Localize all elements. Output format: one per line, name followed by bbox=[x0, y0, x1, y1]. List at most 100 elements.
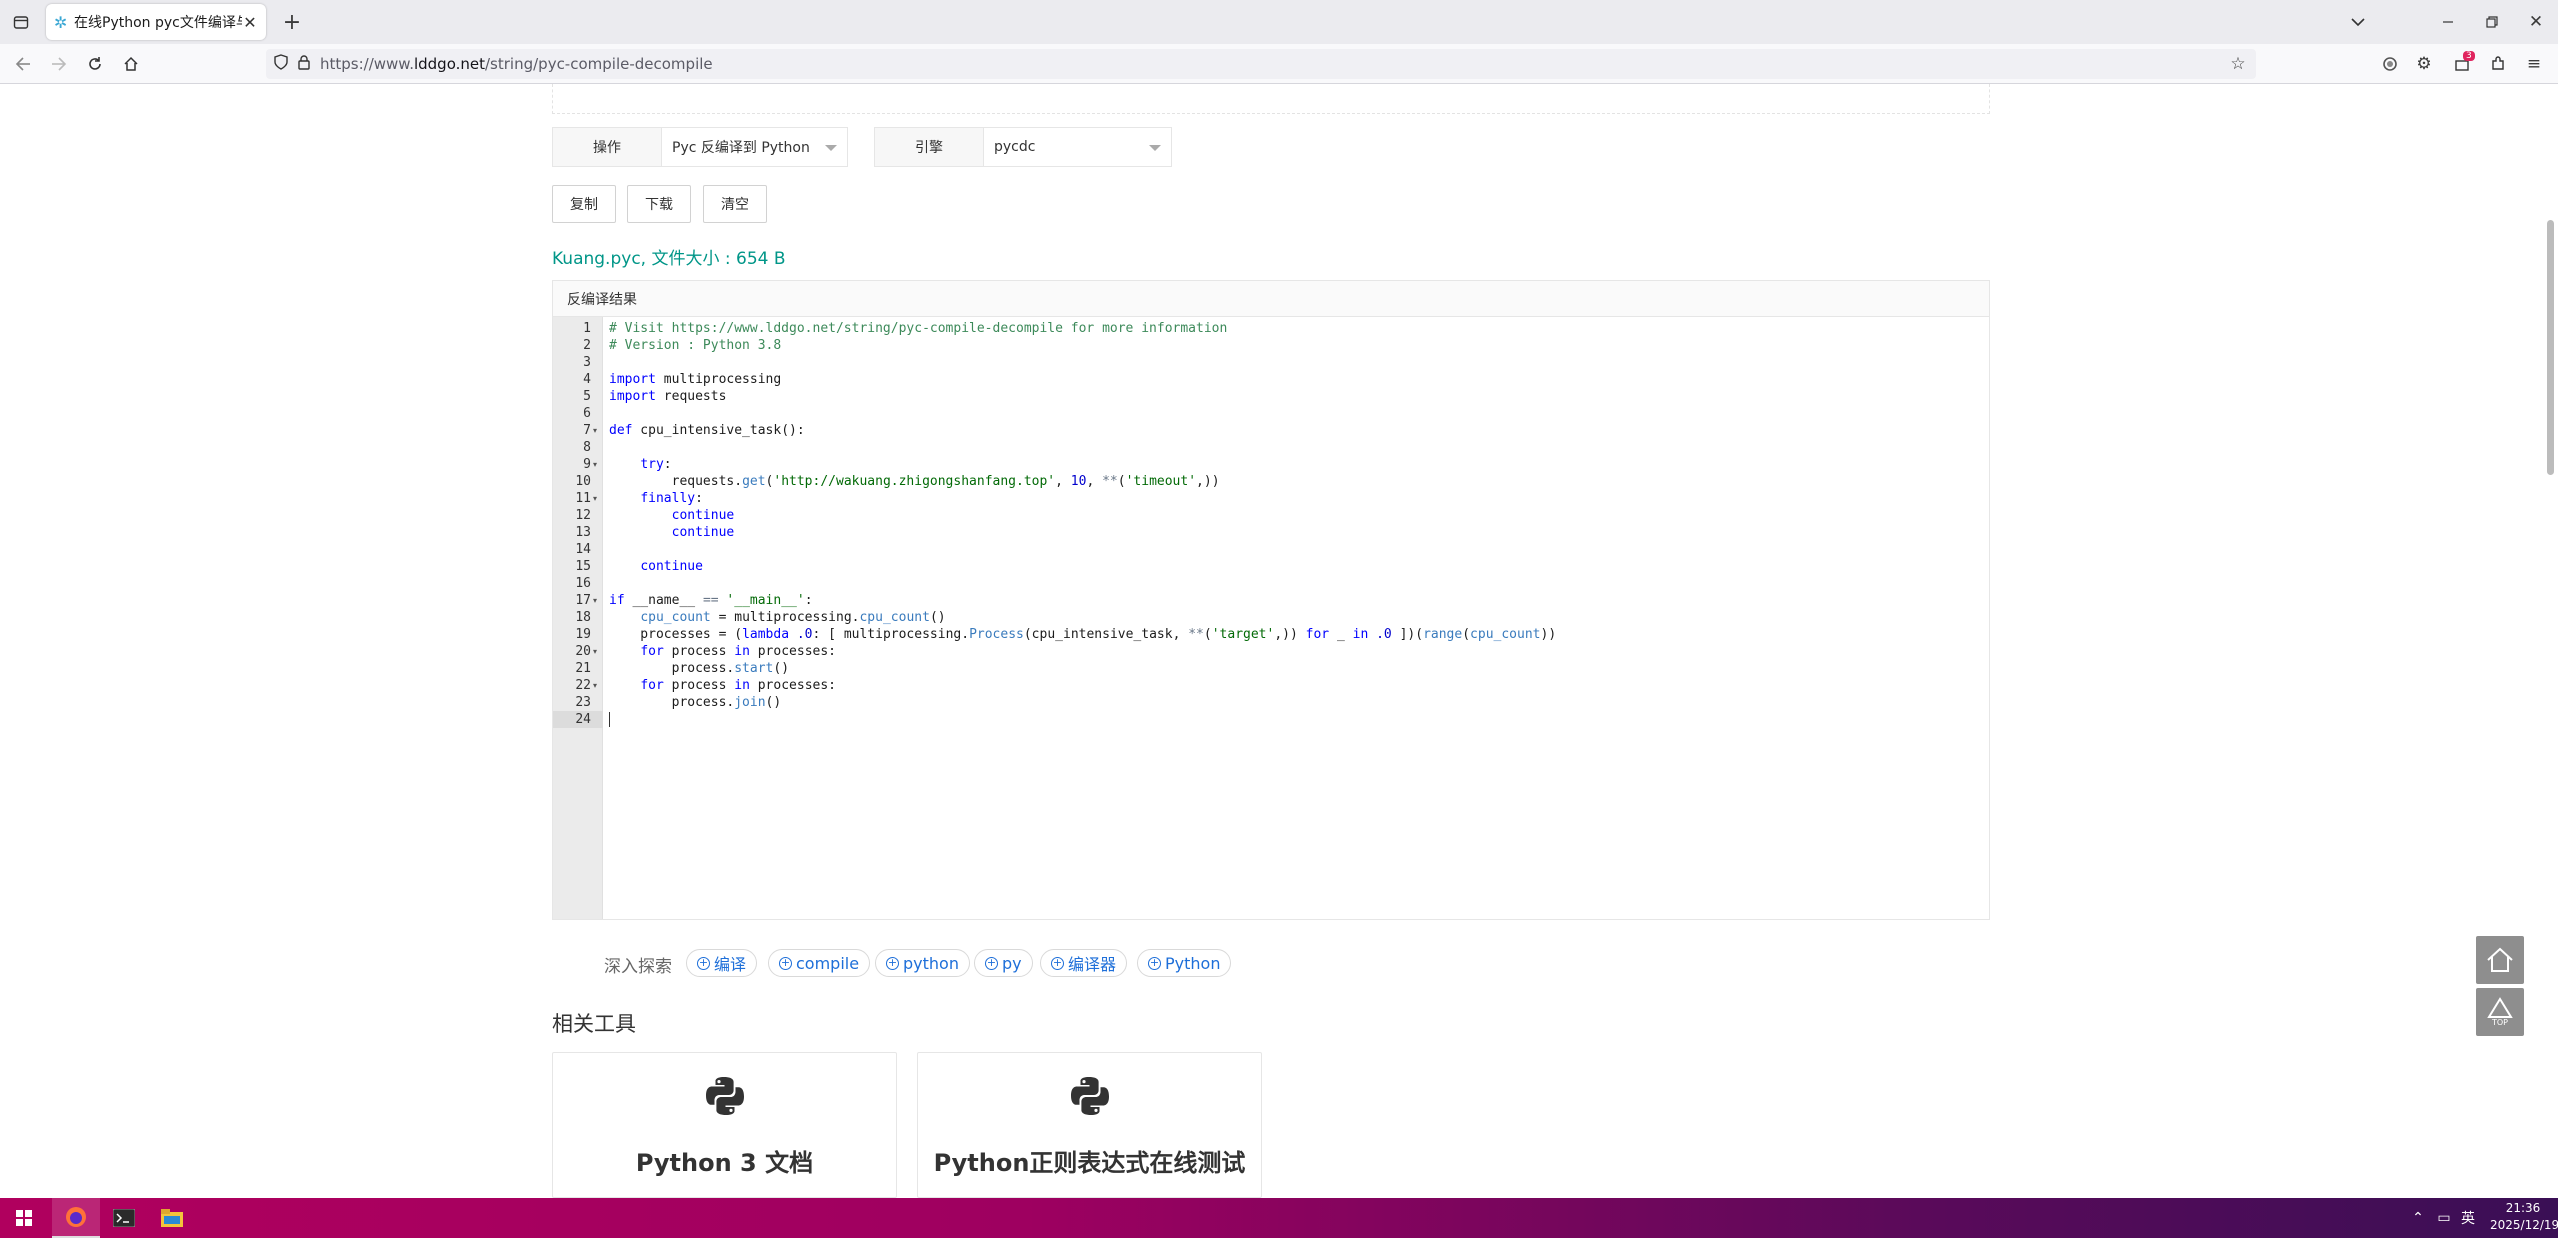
fold-toggle-icon[interactable]: ▾ bbox=[593, 490, 597, 507]
code-line: continue bbox=[640, 559, 703, 574]
taskbar bbox=[0, 1198, 2558, 1238]
minimize-icon[interactable] bbox=[2428, 6, 2468, 38]
tab-overview-icon[interactable] bbox=[4, 6, 38, 38]
code-line: # Version : Python 3.8 bbox=[609, 338, 782, 353]
plus-circle-icon: + bbox=[886, 956, 899, 970]
explore-tag-chip[interactable]: + 编译器 bbox=[1040, 949, 1128, 977]
code-line: finally: bbox=[640, 491, 703, 506]
new-tab-icon[interactable]: + bbox=[278, 8, 306, 36]
tool-card-python3-docs[interactable]: Python 3 文档 bbox=[552, 1052, 897, 1198]
explore-label: 深入探索 bbox=[604, 957, 672, 977]
page-scrollbar-thumb[interactable] bbox=[2547, 220, 2554, 475]
operation-label: 操作 bbox=[552, 127, 662, 167]
fold-toggle-icon[interactable]: ▾ bbox=[593, 592, 597, 609]
extensions-puzzle-icon[interactable] bbox=[2484, 50, 2512, 78]
engine-label: 引擎 bbox=[874, 127, 984, 167]
firefox-taskbar-icon[interactable] bbox=[52, 1198, 100, 1238]
file-info: Kuang.pyc, 文件大小 : 654 B bbox=[552, 249, 786, 269]
line-number: 16 bbox=[575, 576, 591, 591]
tool-card-python-regex[interactable]: Python正则表达式在线测试 bbox=[917, 1052, 1262, 1198]
explore-tag-chip[interactable]: + compile bbox=[768, 949, 871, 977]
fold-toggle-icon[interactable]: ▾ bbox=[593, 643, 597, 660]
code-editor[interactable]: 1 # Visit https://www.lddgo.net/string/py… bbox=[553, 317, 1989, 919]
code-line: try: bbox=[640, 457, 672, 472]
engine-select-value: pycdc bbox=[994, 139, 1036, 155]
extension-record-icon[interactable] bbox=[2376, 50, 2404, 78]
bookmark-star-icon[interactable]: ☆ bbox=[2224, 50, 2252, 78]
explore-tag-label: python bbox=[903, 953, 959, 973]
explore-tag-label: py bbox=[1002, 953, 1022, 973]
code-line: continue bbox=[671, 525, 735, 540]
close-window-icon[interactable]: ✕ bbox=[2516, 6, 2556, 38]
text-cursor bbox=[609, 712, 610, 727]
home-icon[interactable] bbox=[116, 49, 146, 79]
code-line: requests.get('http://wakuang.zhigongshan… bbox=[609, 474, 1220, 489]
home-icon bbox=[2487, 947, 2513, 972]
fold-toggle-icon[interactable]: ▾ bbox=[593, 422, 597, 439]
terminal-taskbar-icon[interactable] bbox=[100, 1198, 148, 1238]
clear-button[interactable]: 清空 bbox=[703, 185, 767, 223]
tab-title: 在线Python pyc文件编译与反编 bbox=[74, 15, 242, 31]
back-to-top-button[interactable]: TOP bbox=[2476, 988, 2524, 1036]
tray-chevron-up-icon[interactable]: ⌃ bbox=[2406, 1198, 2430, 1238]
url-text[interactable]: https://www.lddgo.net/string/pyc-compile… bbox=[320, 55, 713, 73]
taskbar-clock[interactable]: 21:36 2025/12/19 bbox=[2490, 1200, 2558, 1234]
address-bar[interactable]: https://www.lddgo.net/string/pyc-compile… bbox=[266, 49, 2256, 79]
notify-badge: 3 bbox=[2463, 51, 2475, 61]
input-method-indicator[interactable]: 英 bbox=[2456, 1198, 2480, 1238]
file-explorer-taskbar-icon[interactable] bbox=[148, 1198, 196, 1238]
tab-close-icon[interactable]: ✕ bbox=[242, 13, 258, 32]
lock-icon[interactable] bbox=[298, 54, 320, 74]
code-line: processes = (lambda .0: [ multiprocessin… bbox=[609, 627, 1557, 642]
line-number: 1 bbox=[583, 321, 591, 336]
line-number: 11 bbox=[575, 491, 591, 506]
line-number: 6 bbox=[583, 406, 591, 421]
code-line: cpu_count = multiprocessing.cpu_count() bbox=[640, 610, 946, 625]
code-line: for process in processes: bbox=[640, 678, 836, 693]
home-float-button[interactable] bbox=[2476, 936, 2524, 984]
back-to-top-label: TOP bbox=[2491, 1018, 2508, 1027]
line-number: 18 bbox=[575, 610, 591, 625]
forward-icon[interactable] bbox=[44, 49, 74, 79]
chevron-down-icon bbox=[1149, 145, 1161, 151]
explore-tag-chip[interactable]: + 编译 bbox=[686, 949, 758, 977]
fold-toggle-icon[interactable]: ▾ bbox=[593, 677, 597, 694]
clock-date: 2025/12/19 bbox=[2490, 1218, 2558, 1232]
tab-strip bbox=[0, 0, 2558, 44]
tool-card-title: Python 3 文档 bbox=[635, 1149, 814, 1177]
code-line: if __name__ == '__main__': bbox=[609, 593, 813, 608]
engine-select[interactable]: pycdc bbox=[984, 127, 1172, 167]
tool-card-title: Python正则表达式在线测试 bbox=[933, 1149, 1246, 1177]
extension-gear-icon[interactable]: ⚙ bbox=[2410, 50, 2438, 78]
line-number: 22 bbox=[575, 678, 591, 693]
copy-button[interactable]: 复制 bbox=[552, 185, 616, 223]
extension-notify-icon[interactable]: 3 bbox=[2448, 50, 2476, 78]
line-number: 19 bbox=[575, 627, 591, 642]
back-icon[interactable] bbox=[8, 49, 38, 79]
reload-icon[interactable] bbox=[80, 49, 110, 79]
tab-active[interactable]: ✲ 在线Python pyc文件编译与反编 ✕ bbox=[46, 4, 266, 40]
fold-toggle-icon[interactable]: ▾ bbox=[593, 456, 597, 473]
app-menu-icon[interactable]: ≡ bbox=[2520, 50, 2548, 78]
explore-tag-label: 编译 bbox=[714, 955, 747, 974]
line-number: 20 bbox=[575, 644, 591, 659]
code-line: process.start() bbox=[609, 661, 790, 676]
line-number: 10 bbox=[575, 474, 591, 489]
result-panel-title: 反编译结果 bbox=[553, 281, 1989, 317]
start-windows-icon[interactable] bbox=[0, 1198, 48, 1238]
line-number: 21 bbox=[575, 661, 591, 676]
network-icon[interactable]: ▭ bbox=[2432, 1198, 2456, 1238]
tracking-shield-icon[interactable] bbox=[274, 54, 294, 74]
download-button[interactable]: 下载 bbox=[627, 185, 691, 223]
python-logo-icon bbox=[1070, 1077, 1109, 1115]
explore-tag-chip[interactable]: + Python bbox=[1137, 949, 1232, 977]
clock-time: 21:36 bbox=[2505, 1201, 2541, 1215]
explore-tag-chip[interactable]: + py bbox=[974, 949, 1033, 977]
list-tabs-chevron-icon[interactable] bbox=[2344, 8, 2372, 36]
line-number: 5 bbox=[583, 389, 591, 404]
explore-tag-chip[interactable]: + python bbox=[875, 949, 970, 977]
code-line: process.join() bbox=[609, 695, 782, 710]
operation-select[interactable]: Pyc 反编译到 Python bbox=[662, 127, 848, 167]
operation-select-value: Pyc 反编译到 Python bbox=[672, 140, 810, 156]
restore-icon[interactable] bbox=[2472, 6, 2512, 38]
